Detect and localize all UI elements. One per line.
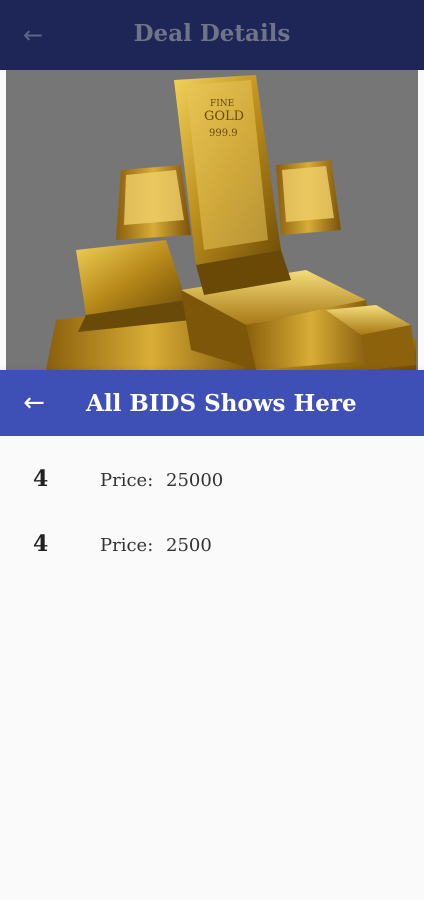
bar-text-purity: 999.9 [209, 128, 238, 139]
bid-row[interactable]: 4 Price: 25000 [0, 460, 424, 500]
bids-sheet-title: All BIDS Shows Here [86, 390, 357, 417]
price-label: Price: [100, 535, 154, 556]
bid-count: 4 [33, 466, 49, 492]
price-value: 25000 [166, 470, 224, 491]
bid-count: 4 [33, 531, 49, 557]
bids-list: 4 Price: 25000 4 Price: 2500 [0, 436, 424, 900]
deal-details-title: Deal Details [133, 20, 291, 47]
gold-bars-image: FINE GOLD 999.9 [6, 70, 418, 370]
price-value: 2500 [166, 535, 212, 556]
bids-sheet-header: ← All BIDS Shows Here [0, 370, 424, 436]
bar-text-gold: GOLD [204, 109, 244, 124]
deal-details-screen: ← Deal Details FINE GOLD 999.9 [0, 0, 424, 370]
bar-text-fine: FINE [210, 99, 234, 109]
arrow-left-icon[interactable]: ← [20, 389, 48, 417]
deal-details-app-bar: ← Deal Details [0, 0, 424, 70]
bid-row[interactable]: 4 Price: 2500 [0, 525, 424, 565]
price-label: Price: [100, 470, 154, 491]
